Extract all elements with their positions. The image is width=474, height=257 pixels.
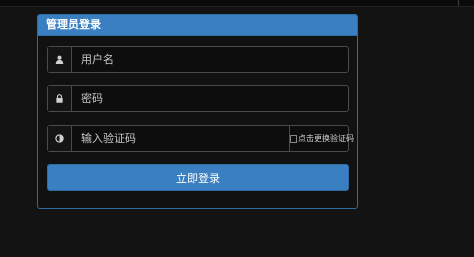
top-bar-divider bbox=[458, 0, 459, 6]
username-input[interactable] bbox=[72, 47, 348, 72]
captcha-image-alt: 点击更换验证码 bbox=[298, 134, 354, 143]
top-bar bbox=[0, 0, 474, 7]
login-panel: 管理员登录 点击更换验证码 bbox=[37, 14, 358, 209]
password-input[interactable] bbox=[72, 86, 348, 111]
contrast-icon bbox=[48, 126, 72, 151]
password-field bbox=[47, 85, 349, 112]
broken-image-icon bbox=[290, 134, 297, 143]
captcha-field: 点击更换验证码 bbox=[47, 125, 354, 152]
username-field bbox=[47, 46, 349, 73]
lock-icon bbox=[48, 86, 72, 111]
login-button[interactable]: 立即登录 bbox=[47, 164, 349, 191]
panel-title: 管理员登录 bbox=[38, 15, 357, 36]
captcha-input[interactable] bbox=[72, 126, 289, 151]
user-icon bbox=[48, 47, 72, 72]
captcha-image[interactable]: 点击更换验证码 bbox=[289, 126, 354, 151]
